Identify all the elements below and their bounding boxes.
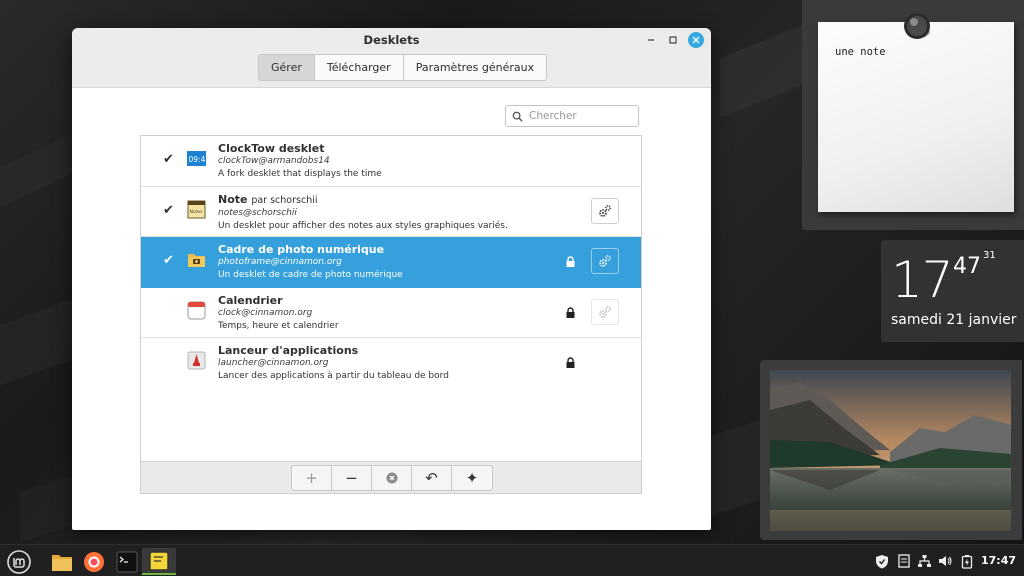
clock-second: 31: [983, 250, 996, 261]
search-icon: [512, 111, 523, 122]
desklet-description: Un desklet de cadre de photo numérique: [218, 270, 403, 280]
toolbar-button-group: + − ↶ ✦: [291, 465, 493, 491]
volume-icon[interactable]: [937, 553, 953, 569]
sparkle-icon: ✦: [465, 469, 479, 487]
clock-desklet[interactable]: 17 47 31 samedi 21 janvier: [881, 240, 1024, 342]
clock-date: samedi 21 janvier: [891, 312, 1017, 328]
desklet-name: Lanceur d'applications: [218, 344, 359, 357]
clock-hour: 17: [891, 251, 954, 309]
desklet-name: ClockTow desklet: [218, 142, 325, 155]
search-input[interactable]: [529, 110, 629, 122]
desklet-uuid: clock@cinnamon.org: [218, 307, 313, 318]
files-icon: [52, 554, 72, 571]
desklet-row-clocktow[interactable]: ✔ 09:47 ClockTow desklet clockTow@armand…: [141, 136, 641, 187]
gears-icon: [599, 204, 611, 217]
notes-tray-icon[interactable]: [896, 553, 912, 569]
minimize-button[interactable]: [643, 32, 659, 48]
desklet-description: Lancer des applications à partir du tabl…: [218, 371, 449, 381]
files-launcher[interactable]: [45, 548, 79, 575]
remove-button[interactable]: −: [332, 466, 372, 490]
desklet-uuid: clockTow@armandobs14: [218, 156, 330, 166]
configure-button[interactable]: [591, 248, 619, 274]
bottom-panel: 17:47: [0, 544, 1024, 576]
desklet-list: ✔ 09:47 ClockTow desklet clockTow@armand…: [140, 135, 642, 494]
clear-icon: [386, 472, 397, 484]
remove-icon: −: [345, 469, 358, 487]
maximize-button[interactable]: [665, 32, 681, 48]
svg-text:09:47: 09:47: [189, 155, 207, 164]
more-desklets-button[interactable]: ✦: [452, 466, 492, 490]
maximize-icon: [669, 36, 677, 44]
close-icon: [692, 36, 700, 44]
desklet-author: par schorschii: [251, 194, 318, 206]
desklet-row-note[interactable]: ✔ Notes Note par schorschii notes@schors…: [141, 187, 641, 237]
notes-app-button[interactable]: [142, 548, 176, 575]
network-icon[interactable]: [916, 553, 932, 569]
desklet-name: Note par schorschii: [218, 192, 318, 206]
configure-button[interactable]: [591, 197, 619, 224]
tab-download[interactable]: Télécharger: [315, 55, 404, 80]
enabled-check-icon[interactable]: ✔: [163, 203, 177, 218]
clear-button[interactable]: [372, 466, 412, 490]
shield-icon[interactable]: [874, 553, 890, 569]
titlebar[interactable]: Desklets Gérer Télécharger Paramètres gé…: [72, 28, 711, 88]
close-button[interactable]: [688, 32, 704, 48]
enabled-check-icon[interactable]: ✔: [163, 254, 177, 268]
desklet-description: Un desklet pour afficher des notes aux s…: [218, 220, 508, 231]
desklet-row-calendar[interactable]: Calendrier clock@cinnamon.org Temps, heu…: [141, 288, 641, 338]
configure-button[interactable]: [591, 298, 619, 325]
desklet-name: Calendrier: [218, 293, 283, 307]
gears-icon: [599, 305, 611, 318]
desklet-name: Cadre de photo numérique: [218, 243, 385, 256]
restore-button[interactable]: ↶: [412, 466, 452, 490]
tab-bar: Gérer Télécharger Paramètres généraux: [258, 54, 548, 81]
firefox-launcher[interactable]: [77, 548, 111, 575]
calendar-icon: [187, 301, 206, 319]
desklet-uuid: photoframe@cinnamon.org: [218, 257, 342, 267]
notes-app-icon: [149, 550, 169, 571]
clocktow-icon: 09:47: [187, 151, 207, 166]
minimize-icon: [648, 39, 654, 41]
add-icon: +: [305, 469, 318, 487]
window-title: Desklets: [363, 33, 420, 47]
firefox-icon: [84, 551, 104, 572]
search-field[interactable]: [505, 105, 639, 127]
desklet-row-photoframe[interactable]: ✔ Cadre de photo numérique photoframe@ci…: [141, 237, 641, 288]
terminal-launcher[interactable]: [110, 548, 144, 575]
desklet-description: Temps, heure et calendrier: [218, 320, 339, 331]
undo-icon: ↶: [425, 469, 438, 487]
lock-icon: [566, 306, 575, 318]
gears-icon: [599, 255, 611, 267]
desklet-row-launcher[interactable]: Lanceur d'applications launcher@cinnamon…: [141, 338, 641, 389]
menu-button[interactable]: [2, 548, 36, 575]
desklet-uuid: notes@schorschii: [218, 207, 297, 218]
background-shard: [720, 21, 810, 119]
tab-general-settings[interactable]: Paramètres généraux: [404, 55, 546, 80]
lock-icon: [566, 256, 575, 267]
enabled-check-icon[interactable]: ✔: [163, 153, 177, 167]
add-button[interactable]: +: [292, 466, 332, 490]
desklet-uuid: launcher@cinnamon.org: [218, 358, 329, 368]
pushpin-icon: [904, 13, 930, 39]
note-icon: Notes: [187, 200, 206, 218]
note-text[interactable]: une note: [835, 46, 886, 58]
photo-folder-icon: [188, 254, 205, 267]
panel-clock[interactable]: 17:47: [981, 554, 1016, 567]
desklet-description: A fork desklet that displays the time: [218, 169, 382, 179]
tab-manage[interactable]: Gérer: [259, 55, 315, 80]
launcher-icon: [187, 351, 206, 370]
clock-minute: 47: [953, 254, 981, 279]
mint-menu-icon: [7, 549, 31, 574]
lock-icon: [566, 357, 575, 368]
landscape-photo: [770, 370, 1011, 531]
svg-text:Notes: Notes: [190, 209, 204, 215]
terminal-icon: [116, 551, 138, 572]
desklets-window: Desklets Gérer Télécharger Paramètres gé…: [72, 28, 711, 530]
battery-icon[interactable]: [959, 553, 975, 569]
list-toolbar: + − ↶ ✦: [141, 461, 641, 493]
